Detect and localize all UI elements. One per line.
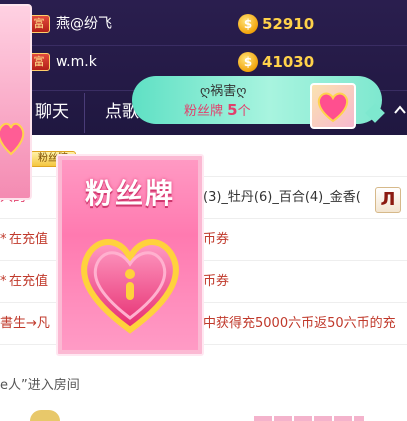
- notification-unit: 个: [237, 104, 251, 119]
- more-icon[interactable]: [393, 103, 407, 117]
- heart-badge-icon: [310, 83, 356, 129]
- fan-badge-card-partial: [0, 4, 32, 200]
- system-message-text: *: [0, 232, 7, 247]
- chat-message: e人”进入房间: [0, 365, 407, 407]
- tab-chat[interactable]: 聊天: [35, 99, 69, 125]
- coin-icon: $: [238, 52, 258, 72]
- enter-room-text: e人”进入房间: [0, 378, 80, 393]
- coin-amount: 41030: [262, 53, 315, 71]
- gift-list-text: (3)_牡丹(6)_百合(4)_金香(: [203, 190, 361, 205]
- gift-strip[interactable]: [254, 416, 364, 421]
- heart-icon: [81, 239, 179, 334]
- system-message-text: 在充值: [9, 274, 49, 289]
- notification-user-name: ღ祸害ღ: [200, 84, 247, 99]
- notification-label: 粉丝牌: [184, 104, 224, 119]
- heart-icon: [317, 92, 349, 123]
- system-message-text: 币券: [203, 232, 230, 247]
- avatar[interactable]: [30, 410, 60, 421]
- system-message-text: *: [0, 274, 7, 289]
- ranking-row[interactable]: 富 燕@纷飞 $ 52910: [0, 5, 407, 46]
- ranking-user-name[interactable]: 燕@纷飞: [56, 14, 112, 34]
- heart-icon: [0, 122, 25, 156]
- ranking-user-name[interactable]: w.m.k: [56, 52, 97, 72]
- notification-text: 粉丝牌 5个: [184, 101, 251, 121]
- system-message-text: 币券: [203, 274, 230, 289]
- fan-card-title: 粉丝牌: [84, 177, 175, 210]
- system-message-text: 在充值: [9, 232, 49, 247]
- system-message-text: 書生→凡: [0, 316, 50, 331]
- notification-count: 5: [227, 101, 238, 119]
- gift-icon: Л: [375, 187, 401, 213]
- system-message-text: 中获得充5000六币返50六币的充: [203, 316, 396, 331]
- tab-divider: [84, 93, 85, 133]
- coin-amount: 52910: [262, 15, 315, 33]
- coin-icon: $: [238, 14, 258, 34]
